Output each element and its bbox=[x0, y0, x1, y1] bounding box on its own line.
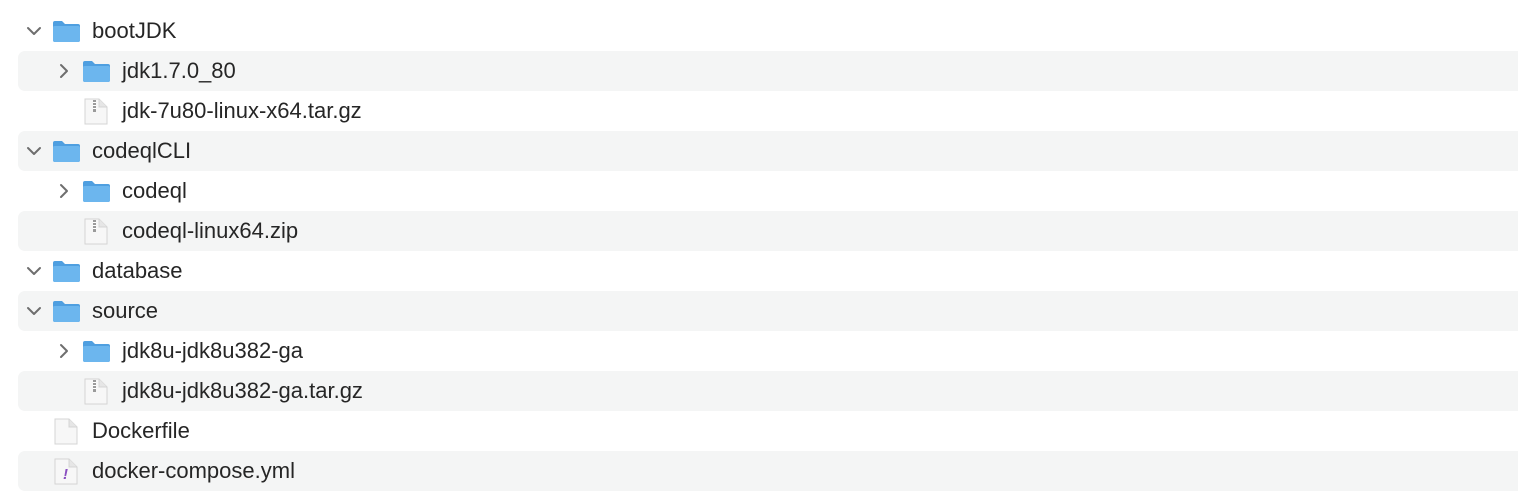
list-item[interactable]: Dockerfile bbox=[18, 411, 1518, 451]
list-item[interactable]: ! docker-compose.yml bbox=[18, 451, 1518, 491]
folder-icon bbox=[52, 260, 81, 288]
svg-text:!: ! bbox=[63, 466, 68, 483]
yaml-file-icon: ! bbox=[54, 458, 78, 490]
item-name: database bbox=[92, 258, 183, 283]
list-item[interactable]: jdk8u-jdk8u382-ga bbox=[18, 331, 1518, 371]
item-name: jdk-7u80-linux-x64.tar.gz bbox=[122, 98, 362, 123]
file-list: bootJDK jdk1.7.0_80 jdk-7u80-linux-x64.tar… bbox=[18, 11, 1518, 491]
list-item[interactable]: source bbox=[18, 291, 1518, 331]
item-name: codeql bbox=[122, 178, 187, 203]
chevron-right-icon[interactable] bbox=[56, 183, 72, 199]
list-item[interactable]: database bbox=[18, 251, 1518, 291]
archive-file-icon bbox=[84, 378, 108, 410]
item-name: source bbox=[92, 298, 159, 323]
list-item[interactable]: codeql-linux64.zip bbox=[18, 211, 1518, 251]
list-item[interactable]: codeqlCLI bbox=[18, 131, 1518, 171]
archive-file-icon bbox=[84, 218, 108, 250]
chevron-right-icon[interactable] bbox=[56, 63, 72, 79]
item-name: docker-compose.yml bbox=[92, 458, 295, 483]
list-item[interactable]: jdk-7u80-linux-x64.tar.gz bbox=[18, 91, 1518, 131]
chevron-down-icon[interactable] bbox=[26, 143, 42, 159]
document-icon bbox=[54, 418, 78, 450]
item-name: codeqlCLI bbox=[92, 138, 192, 163]
item-name: bootJDK bbox=[92, 18, 177, 43]
chevron-down-icon[interactable] bbox=[26, 23, 42, 39]
list-item[interactable]: codeql bbox=[18, 171, 1518, 211]
folder-icon bbox=[52, 300, 81, 328]
folder-icon bbox=[82, 180, 111, 208]
item-name: codeql-linux64.zip bbox=[122, 218, 299, 243]
list-item[interactable]: jdk1.7.0_80 bbox=[18, 51, 1518, 91]
folder-icon bbox=[52, 140, 81, 168]
item-name: jdk1.7.0_80 bbox=[122, 58, 236, 83]
folder-icon bbox=[82, 60, 111, 88]
folder-icon bbox=[82, 340, 111, 368]
chevron-down-icon[interactable] bbox=[26, 263, 42, 279]
item-name: jdk8u-jdk8u382-ga bbox=[122, 338, 304, 363]
item-name: Dockerfile bbox=[92, 418, 190, 443]
archive-file-icon bbox=[84, 98, 108, 130]
list-item[interactable]: jdk8u-jdk8u382-ga.tar.gz bbox=[18, 371, 1518, 411]
item-name: jdk8u-jdk8u382-ga.tar.gz bbox=[122, 378, 363, 403]
chevron-down-icon[interactable] bbox=[26, 303, 42, 319]
list-item[interactable]: bootJDK bbox=[18, 11, 1518, 51]
folder-icon bbox=[52, 20, 81, 48]
chevron-right-icon[interactable] bbox=[56, 343, 72, 359]
